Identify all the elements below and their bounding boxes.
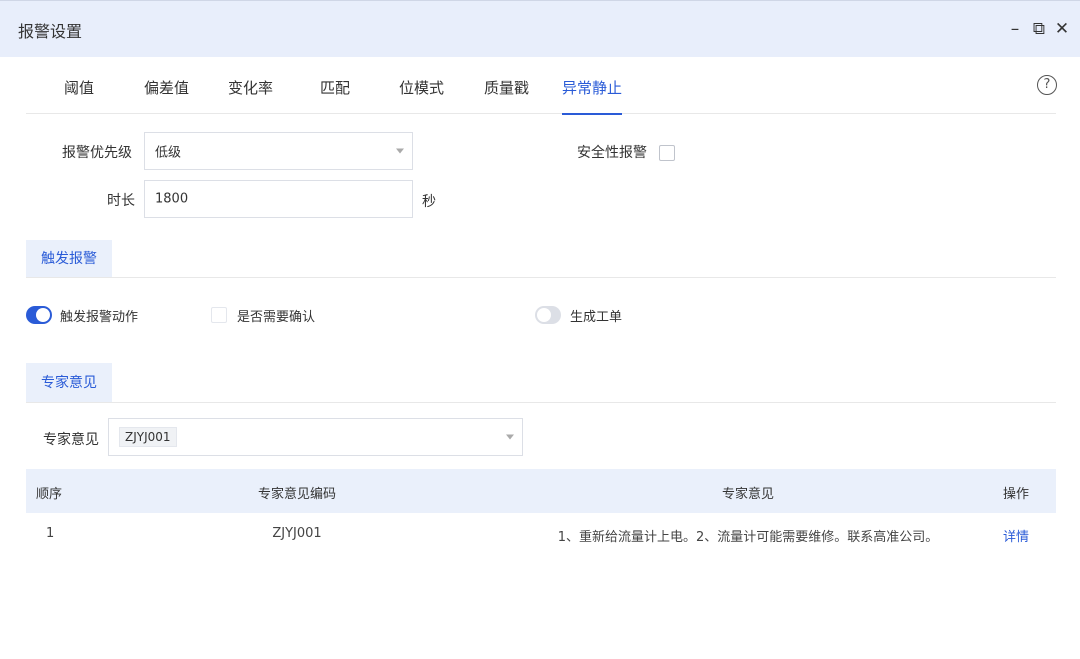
close-icon[interactable]: ✕ xyxy=(1053,18,1071,40)
column-header-order: 顺序 xyxy=(36,487,63,502)
tab-bar: 阈值 偏差值 变化率 匹配 位模式 质量戳 异常静止 xyxy=(26,57,1056,115)
table-row: 1 ZJYJ001 1、重新给流量计上电。2、流量计可能需要维修。联系高准公司。… xyxy=(26,513,1056,557)
work-order-label: 生成工单 xyxy=(570,310,623,325)
maximize-icon[interactable]: ⧉ xyxy=(1030,18,1048,40)
tab-bit-pattern[interactable]: 位模式 xyxy=(399,77,444,98)
minimize-icon[interactable]: – xyxy=(1006,18,1024,40)
title-bar: 报警设置 – ⧉ ✕ xyxy=(0,0,1080,57)
column-header-opinion: 专家意见 xyxy=(721,487,775,502)
safety-alarm-checkbox[interactable] xyxy=(659,145,675,161)
duration-input[interactable]: 1800 xyxy=(144,180,413,218)
toggle-knob xyxy=(36,308,50,322)
safety-alarm-label: 安全性报警 xyxy=(577,145,647,161)
selected-expert-tag[interactable]: ZJYJ001 xyxy=(119,427,177,447)
row-order: 1 xyxy=(46,526,55,541)
tab-match[interactable]: 匹配 xyxy=(320,77,350,98)
need-confirm-checkbox[interactable] xyxy=(211,307,227,323)
chevron-down-icon xyxy=(506,434,514,440)
column-header-code: 专家意见编码 xyxy=(257,487,337,502)
trigger-action-toggle[interactable] xyxy=(26,306,52,324)
work-order-toggle[interactable] xyxy=(535,306,561,324)
expert-section-title[interactable]: 专家意见 xyxy=(26,363,112,402)
tab-deviation[interactable]: 偏差值 xyxy=(144,77,189,98)
help-icon[interactable]: ? xyxy=(1037,75,1057,95)
toggle-knob xyxy=(537,308,551,322)
duration-value: 1800 xyxy=(155,191,189,207)
detail-link[interactable]: 详情 xyxy=(1003,526,1029,545)
duration-unit: 秒 xyxy=(422,194,436,210)
priority-value: 低级 xyxy=(155,145,182,161)
tab-quality-stamp[interactable]: 质量戳 xyxy=(484,77,529,98)
row-code: ZJYJ001 xyxy=(272,526,322,541)
expert-select-label: 专家意见 xyxy=(43,432,99,448)
priority-label: 报警优先级 xyxy=(62,145,132,161)
trigger-section-title[interactable]: 触发报警 xyxy=(26,240,112,277)
window-title: 报警设置 xyxy=(18,22,83,41)
tab-abnormal-static[interactable]: 异常静止 xyxy=(562,77,623,115)
tab-change-rate[interactable]: 变化率 xyxy=(228,77,273,98)
need-confirm-label: 是否需要确认 xyxy=(237,310,316,325)
duration-label: 时长 xyxy=(107,193,135,209)
chevron-down-icon xyxy=(396,148,404,154)
row-opinion: 1、重新给流量计上电。2、流量计可能需要维修。联系高准公司。 xyxy=(557,530,939,545)
trigger-section-header: 触发报警 xyxy=(26,240,1056,278)
priority-select[interactable]: 低级 xyxy=(144,132,413,170)
expert-section-header: 专家意见 xyxy=(26,363,1056,403)
trigger-action-label: 触发报警动作 xyxy=(60,310,139,325)
table-header: 顺序 专家意见编码 专家意见 操作 xyxy=(26,469,1056,513)
tab-threshold[interactable]: 阈值 xyxy=(64,77,94,98)
column-header-action: 操作 xyxy=(1003,487,1030,502)
expert-select[interactable]: ZJYJ001 xyxy=(108,418,523,456)
